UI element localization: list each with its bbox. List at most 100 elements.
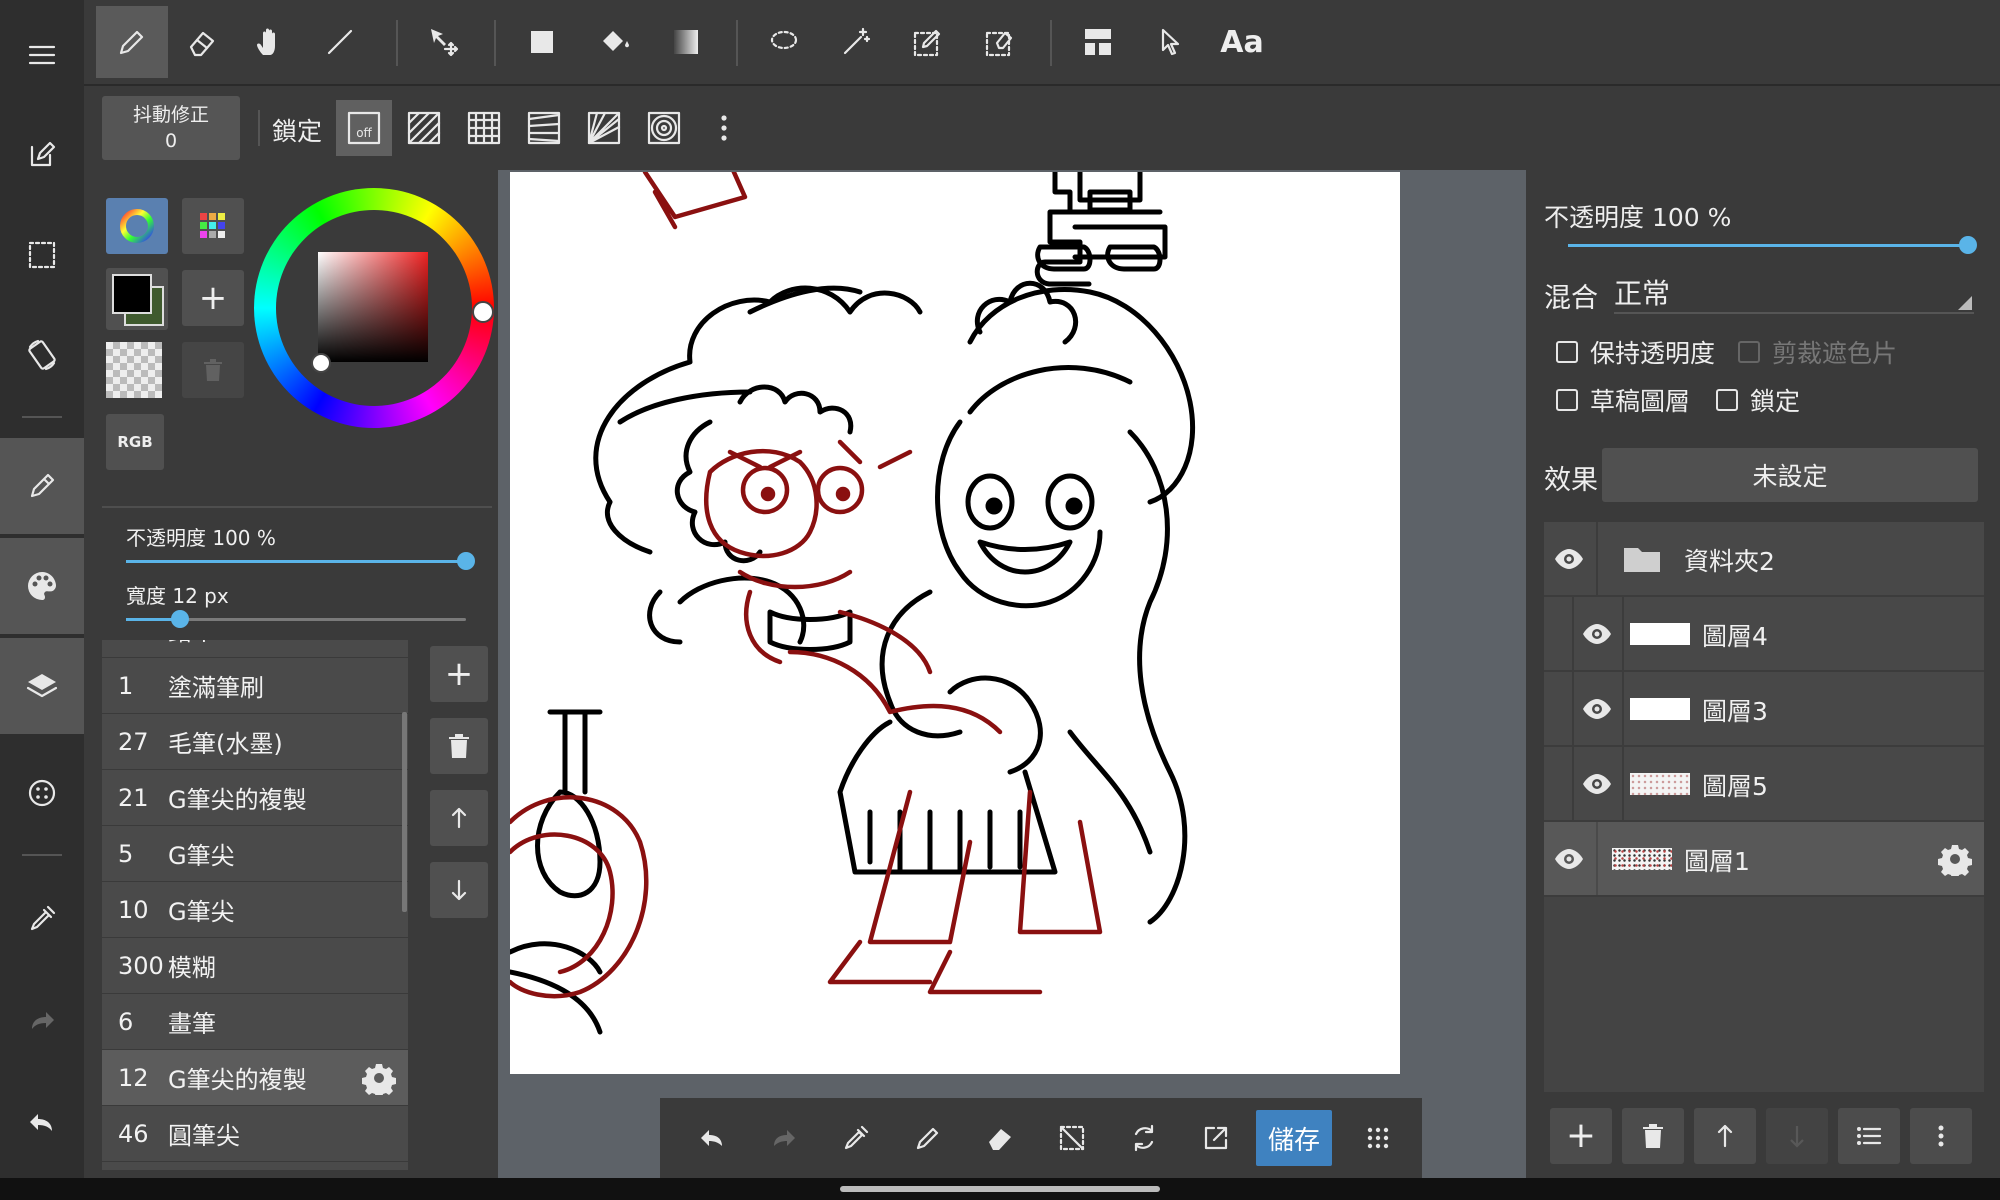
fg-bg-color-swatch[interactable] [106, 268, 168, 330]
blend-mode-select[interactable]: 正常 [1614, 272, 1974, 314]
brush-opacity-slider[interactable] [126, 552, 475, 570]
move-tool[interactable] [414, 12, 474, 72]
gradient-tool[interactable] [656, 12, 716, 72]
material-icon[interactable] [0, 748, 84, 838]
eye-icon[interactable] [1580, 767, 1614, 801]
add-color-button[interactable]: + [182, 270, 244, 326]
move-brush-up-button[interactable] [430, 790, 488, 846]
preserve-alpha-checkbox[interactable]: 保持透明度 [1556, 334, 1715, 370]
select-eraser-tool[interactable] [970, 12, 1030, 72]
layer-row-folder2[interactable]: 資料夾2 [1544, 522, 1984, 597]
sv-knob[interactable] [311, 353, 331, 373]
move-layer-up-button[interactable] [1694, 1108, 1756, 1164]
transparent-color-button[interactable] [106, 342, 162, 398]
eye-icon[interactable] [1580, 692, 1614, 726]
gear-icon[interactable] [1938, 842, 1972, 876]
slider-knob[interactable] [171, 610, 190, 628]
undo-icon[interactable] [0, 1078, 84, 1168]
color-wheel[interactable] [254, 188, 494, 428]
frame-divider-tool[interactable] [1068, 12, 1128, 72]
operation-tool[interactable] [1140, 12, 1200, 72]
layer-list-menu-button[interactable] [1838, 1108, 1900, 1164]
layer-row-layer5[interactable]: 圖層5 [1544, 747, 1984, 822]
brush-panel-tab[interactable] [0, 438, 84, 534]
eyedropper-icon[interactable] [0, 874, 84, 964]
save-button[interactable]: 儲存 [1256, 1110, 1332, 1166]
eyedropper-icon[interactable] [826, 1108, 886, 1168]
hue-knob[interactable] [472, 301, 494, 323]
list-item[interactable]: 5 G筆尖 [102, 826, 408, 882]
layer-row-layer3[interactable]: 圖層3 [1544, 672, 1984, 747]
magic-wand-tool[interactable] [826, 12, 886, 72]
layer-panel-tab[interactable] [0, 638, 84, 734]
layer-row-layer1-selected[interactable]: 圖層1 [1544, 822, 1984, 897]
selection-icon[interactable] [0, 210, 84, 300]
undo-icon[interactable] [682, 1108, 742, 1168]
brush-width-slider[interactable] [126, 610, 466, 628]
snap-perspective-button[interactable] [516, 100, 572, 156]
snap-parallel-button[interactable] [396, 100, 452, 156]
stabilizer-button[interactable]: 抖動修正 0 [102, 96, 240, 160]
gear-icon[interactable] [362, 1061, 396, 1095]
list-item[interactable]: 10 G筆尖 [102, 882, 408, 938]
color-panel-tab[interactable] [0, 538, 84, 634]
eye-icon[interactable] [1580, 617, 1614, 651]
grid-menu-icon[interactable] [1348, 1108, 1408, 1168]
hand-tool[interactable] [240, 12, 300, 72]
home-indicator[interactable] [840, 1186, 1160, 1192]
select-pen-tool[interactable] [898, 12, 958, 72]
rotate-canvas-icon[interactable] [0, 310, 84, 400]
rectangle-fill-tool[interactable] [512, 12, 572, 72]
more-options-icon[interactable] [1910, 1108, 1972, 1164]
effect-button[interactable]: 未設定 [1602, 448, 1978, 502]
move-layer-down-button[interactable] [1766, 1108, 1828, 1164]
pen-tool[interactable] [96, 6, 168, 78]
deselect-icon[interactable] [1042, 1108, 1102, 1168]
redo-icon[interactable] [0, 976, 84, 1066]
scrollbar[interactable] [402, 712, 407, 912]
eraser-icon[interactable] [970, 1108, 1030, 1168]
lock-layer-checkbox[interactable]: 鎖定 [1716, 382, 1800, 418]
list-item-selected[interactable]: 12 G筆尖的複製 [102, 1050, 408, 1106]
delete-color-button[interactable] [182, 342, 244, 398]
slider-knob[interactable] [457, 552, 475, 570]
transform-icon[interactable] [1114, 1108, 1174, 1168]
bucket-tool[interactable] [584, 12, 644, 72]
list-item[interactable]: 46 圓筆尖 [102, 1106, 408, 1162]
share-icon[interactable] [1186, 1108, 1246, 1168]
foreground-color[interactable] [112, 274, 152, 314]
color-palette-mode-button[interactable] [182, 198, 244, 254]
rgb-button[interactable]: RGB [106, 414, 164, 470]
add-layer-button[interactable]: + [1550, 1108, 1612, 1164]
clipping-checkbox[interactable]: 剪裁遮色片 [1738, 334, 1897, 370]
lasso-tool[interactable] [754, 12, 814, 72]
more-options-icon[interactable] [696, 100, 752, 156]
redo-icon[interactable] [754, 1108, 814, 1168]
line-tool[interactable] [310, 12, 370, 72]
list-item[interactable]: 21 G筆尖的複製 [102, 770, 408, 826]
list-item[interactable]: 27 毛筆(水墨) [102, 714, 408, 770]
layer-opacity-slider[interactable] [1568, 236, 1977, 254]
color-wheel-mode-button[interactable] [106, 198, 168, 254]
list-item[interactable]: 15鉛筆 [102, 640, 408, 658]
list-item[interactable]: 6 畫筆 [102, 994, 408, 1050]
canvas-area[interactable]: 儲存 [498, 170, 1526, 1178]
snap-off-button[interactable]: off [336, 100, 392, 156]
layer-row-layer4[interactable]: 圖層4 [1544, 597, 1984, 672]
delete-layer-button[interactable] [1622, 1108, 1684, 1164]
eraser-tool[interactable] [172, 12, 232, 72]
eye-icon[interactable] [1552, 542, 1586, 576]
move-brush-down-button[interactable] [430, 862, 488, 918]
snap-radial-button[interactable] [576, 100, 632, 156]
slider-knob[interactable] [1959, 236, 1977, 254]
add-brush-button[interactable]: + [430, 646, 488, 702]
drawing-canvas[interactable] [510, 172, 1400, 1074]
eye-icon[interactable] [1552, 842, 1586, 876]
list-item[interactable]: 1 塗滿筆刷 [102, 658, 408, 714]
pen-icon[interactable] [898, 1108, 958, 1168]
text-tool[interactable]: Aa [1212, 12, 1272, 72]
menu-icon[interactable] [0, 10, 84, 100]
saturation-square[interactable] [318, 252, 428, 362]
list-item[interactable]: 300 模糊 [102, 938, 408, 994]
edit-canvas-icon[interactable] [0, 110, 84, 200]
